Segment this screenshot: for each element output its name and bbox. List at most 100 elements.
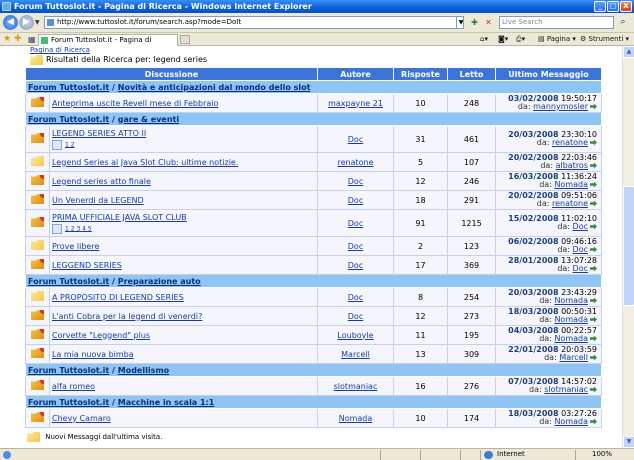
search-icon[interactable]: ⌕ [616,16,630,29]
section-category-link[interactable]: Modellismo [118,366,169,375]
topic-title-link[interactable]: LEGGEND SERIES [52,261,122,270]
history-dropdown-icon[interactable]: ▼ [35,19,40,26]
go-to-last-message-icon[interactable] [590,162,597,169]
topic-author-link[interactable]: renatone [317,152,394,172]
breadcrumb[interactable]: Pagina di Ricerca [30,46,90,54]
address-input[interactable]: http://www.tuttoslot.it/forum/search.asp… [44,16,464,29]
window-titlebar[interactable]: Forum Tuttoslot.it - Pagina di Ricerca -… [0,0,634,13]
close-button[interactable]: X [620,1,632,12]
section-forum-link[interactable]: Forum Tuttoslot.it [28,398,109,407]
topic-title-link[interactable]: L'anti Cobra per la legend di venerdì? [52,312,202,321]
topic-author-link[interactable]: Doc [317,236,394,256]
topic-author-link[interactable]: Doc [317,125,394,153]
scroll-thumb[interactable] [623,186,634,306]
feeds-icon[interactable]: ◙▾ [498,34,508,45]
go-to-last-message-icon[interactable] [590,297,597,304]
topic-author-link[interactable]: Doc [317,287,394,307]
last-message-author-link[interactable]: albatros [556,161,588,170]
section-category-link[interactable]: Novità e anticipazioni dal mondo dello s… [118,83,311,92]
minimize-button[interactable]: _ [594,1,606,12]
last-message-author-link[interactable]: Nomada [554,417,588,426]
section-forum-link[interactable]: Forum Tuttoslot.it [28,366,109,375]
topic-author-link[interactable]: Louboyle [317,325,394,345]
go-to-last-message-icon[interactable] [590,354,597,361]
topic-title-link[interactable]: LEGEND SERIES ATTO II [52,129,146,138]
section-category-link[interactable]: Macchine in scala 1:1 [118,398,215,407]
tab-active[interactable]: Forum Tuttoslot.it - Pagina di Ricerca [38,34,178,55]
topic-title-link[interactable]: Anteprima uscite Revell mese di Febbraio [52,99,218,108]
stop-icon[interactable]: ✕ [482,16,495,29]
topic-page-links[interactable]: 1 2 3 4 5 [65,225,92,232]
topic-author-link[interactable]: Doc [317,306,394,326]
quick-tabs-icon[interactable]: ▦ [28,35,36,44]
topic-title-link[interactable]: La mia nuova bimba [52,350,134,359]
home-icon[interactable]: ⌂▾ [480,34,488,45]
last-message-author-link[interactable]: mannymosler [533,102,588,111]
go-to-last-message-icon[interactable] [590,335,597,342]
last-message-author-link[interactable]: Nomada [554,334,588,343]
last-message-author-link[interactable]: Doc [573,245,588,254]
topic-author-link[interactable]: Doc [317,255,394,275]
new-tab-button[interactable] [180,35,190,44]
topic-title-link[interactable]: Legend Series al Java Slot Club: ultime … [52,158,238,167]
topic-author-link[interactable]: slotmaniac [317,376,394,396]
address-dropdown-icon[interactable]: ▼ [456,16,465,29]
section-category-link[interactable]: Preparazione auto [118,277,201,286]
section-forum-link[interactable]: Forum Tuttoslot.it [28,277,109,286]
page-menu[interactable]: ▤ Pagina ▾ [538,34,576,45]
topic-title-link[interactable]: alfa romeo [52,382,95,391]
topic-title-link[interactable]: Legend series atto finale [52,177,151,186]
go-to-last-message-icon[interactable] [590,181,597,188]
go-to-last-message-icon[interactable] [590,316,597,323]
go-to-last-message-icon[interactable] [590,223,597,230]
last-message-author-link[interactable]: renatone [552,199,588,208]
topic-author-link[interactable]: Marcell [317,344,394,364]
forward-button[interactable]: ▶ [19,15,34,30]
section-forum-link[interactable]: Forum Tuttoslot.it [28,83,109,92]
topic-title-link[interactable]: A PROPOSITO DI LEGEND SERIES [52,293,184,302]
favorites-star-icon[interactable]: ★ [3,34,11,44]
go-to-last-message-icon[interactable] [590,200,597,207]
last-message-author-link[interactable]: Doc [573,222,588,231]
go-to-last-message-icon[interactable] [590,103,597,110]
topic-author-link[interactable]: maxpayne 21 [317,93,394,113]
compat-icon[interactable]: ✚ [468,16,481,29]
section-forum-link[interactable]: Forum Tuttoslot.it [28,115,109,124]
go-to-last-message-icon[interactable] [590,265,597,272]
last-message-author-link[interactable]: slotmaniac [544,385,588,394]
back-button[interactable]: ◀ [3,15,18,30]
last-message-author-link[interactable]: renatone [552,138,588,147]
scroll-up-icon[interactable]: ▲ [623,46,634,58]
vertical-scrollbar[interactable]: ▲ ▼ [622,46,634,448]
add-favorite-icon[interactable]: ✚ [14,34,22,44]
print-icon[interactable]: ⎙▾ [516,34,525,45]
section-category-link[interactable]: gare & eventi [118,115,179,124]
topic-title-link[interactable]: Prove libere [52,242,99,251]
topic-title-link[interactable]: PRIMA UFFICIALE JAVA SLOT CLUB [52,213,187,222]
go-to-last-message-icon[interactable] [590,418,597,425]
maximize-button[interactable]: □ [607,1,619,12]
go-to-last-message-icon[interactable] [590,246,597,253]
topic-title-link[interactable]: Un Venerdi da LEGEND [52,196,144,205]
zoom-level[interactable]: 100% [592,449,612,460]
topic-author-link[interactable]: Doc [317,171,394,191]
last-message-author-link[interactable]: Nomada [554,296,588,305]
section-row: Forum Tuttoslot.it / Modellismo [25,363,602,377]
last-message-author-link[interactable]: Nomada [554,180,588,189]
tools-menu[interactable]: ⚙ Strumenti ▾ [580,34,629,45]
topic-title-link[interactable]: Corvette "Leggend" plus [52,331,150,340]
last-message-author-link[interactable]: Marcell [559,353,588,362]
scroll-down-icon[interactable]: ▼ [623,436,634,448]
hot-topic-folder-icon [31,310,44,320]
topic-author-link[interactable]: Nomada [317,408,394,428]
topic-page-links[interactable]: 1 2 [65,141,75,148]
last-message-author-link[interactable]: Nomada [554,315,588,324]
topic-title-link[interactable]: Chevy Camaro [52,414,111,423]
topic-author-link[interactable]: Doc [317,209,394,237]
go-to-last-message-icon[interactable] [590,386,597,393]
breadcrumb-link[interactable]: Pagina di Ricerca [30,46,90,54]
topic-author-link[interactable]: Doc [317,190,394,210]
search-input[interactable]: Live Search [499,16,614,29]
last-message-author-link[interactable]: Doc [573,264,588,273]
go-to-last-message-icon[interactable] [590,139,597,146]
